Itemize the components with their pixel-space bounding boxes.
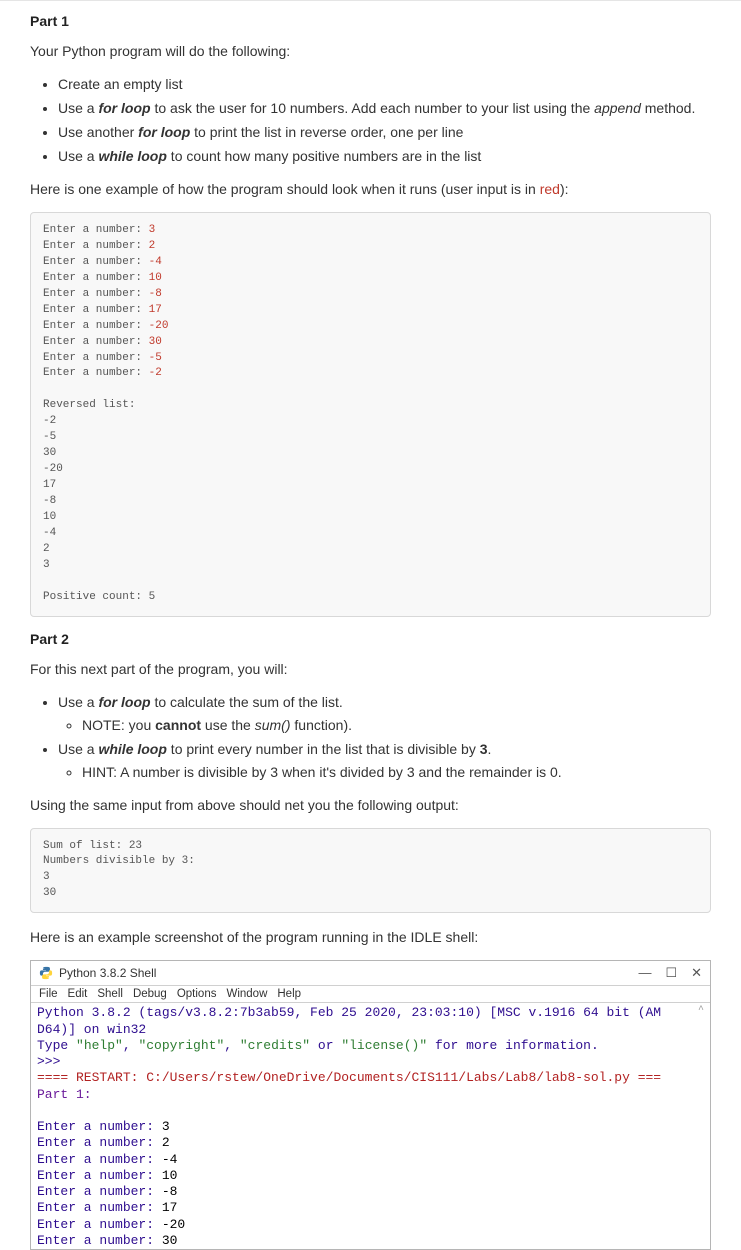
list-item: NOTE: you cannot use the sum() function)… (82, 715, 711, 736)
part2-code-output: Sum of list: 23 Numbers divisible by 3: … (30, 828, 711, 914)
menu-item[interactable]: Help (277, 988, 301, 1000)
screenshot-lead: Here is an example screenshot of the pro… (30, 927, 711, 948)
idle-window: Python 3.8.2 Shell — ☐ ✕ File Edit Shell De… (30, 960, 711, 1250)
list-item: Use a while loop to count how many posit… (58, 146, 711, 167)
sub-list: NOTE: you cannot use the sum() function)… (58, 715, 711, 736)
minimize-icon[interactable]: — (638, 965, 651, 981)
python-icon (39, 966, 53, 980)
menu-item[interactable]: Options (177, 988, 217, 1000)
part1-code-output: Enter a number: 3 Enter a number: 2 Ente… (30, 212, 711, 617)
menu-item[interactable]: Window (226, 988, 267, 1000)
list-item: Use a while loop to print every number i… (58, 739, 711, 783)
window-controls: — ☐ ✕ (638, 965, 702, 981)
idle-console: Python 3.8.2 (tags/v3.8.2:7b3ab59, Feb 2… (31, 1003, 710, 1249)
idle-menubar: File Edit Shell Debug Options Window Help (31, 986, 710, 1003)
window-title: Python 3.8.2 Shell (59, 966, 638, 980)
scrollbar-up-icon[interactable]: ^ (698, 1005, 704, 1018)
list-item: Use a for loop to calculate the sum of t… (58, 692, 711, 736)
part2-bullet-list: Use a for loop to calculate the sum of t… (30, 692, 711, 783)
part1-heading: Part 1 (30, 13, 711, 29)
menu-item[interactable]: Edit (68, 988, 88, 1000)
part2-heading: Part 2 (30, 631, 711, 647)
document-page: Part 1 Your Python program will do the f… (0, 0, 741, 1250)
part1-bullet-list: Create an empty list Use a for loop to a… (30, 74, 711, 167)
maximize-icon[interactable]: ☐ (665, 965, 677, 981)
list-item: Use another for loop to print the list i… (58, 122, 711, 143)
idle-titlebar: Python 3.8.2 Shell — ☐ ✕ (31, 961, 710, 986)
close-icon[interactable]: ✕ (691, 965, 702, 981)
part1-example-lead: Here is one example of how the program s… (30, 179, 711, 200)
part1-intro: Your Python program will do the followin… (30, 41, 711, 62)
menu-item[interactable]: Debug (133, 988, 167, 1000)
menu-item[interactable]: File (39, 988, 58, 1000)
part2-intro: For this next part of the program, you w… (30, 659, 711, 680)
list-item: HINT: A number is divisible by 3 when it… (82, 762, 711, 783)
sub-list: HINT: A number is divisible by 3 when it… (58, 762, 711, 783)
list-item: Use a for loop to ask the user for 10 nu… (58, 98, 711, 119)
list-item: Create an empty list (58, 74, 711, 95)
part2-same-input: Using the same input from above should n… (30, 795, 711, 816)
menu-item[interactable]: Shell (97, 988, 123, 1000)
